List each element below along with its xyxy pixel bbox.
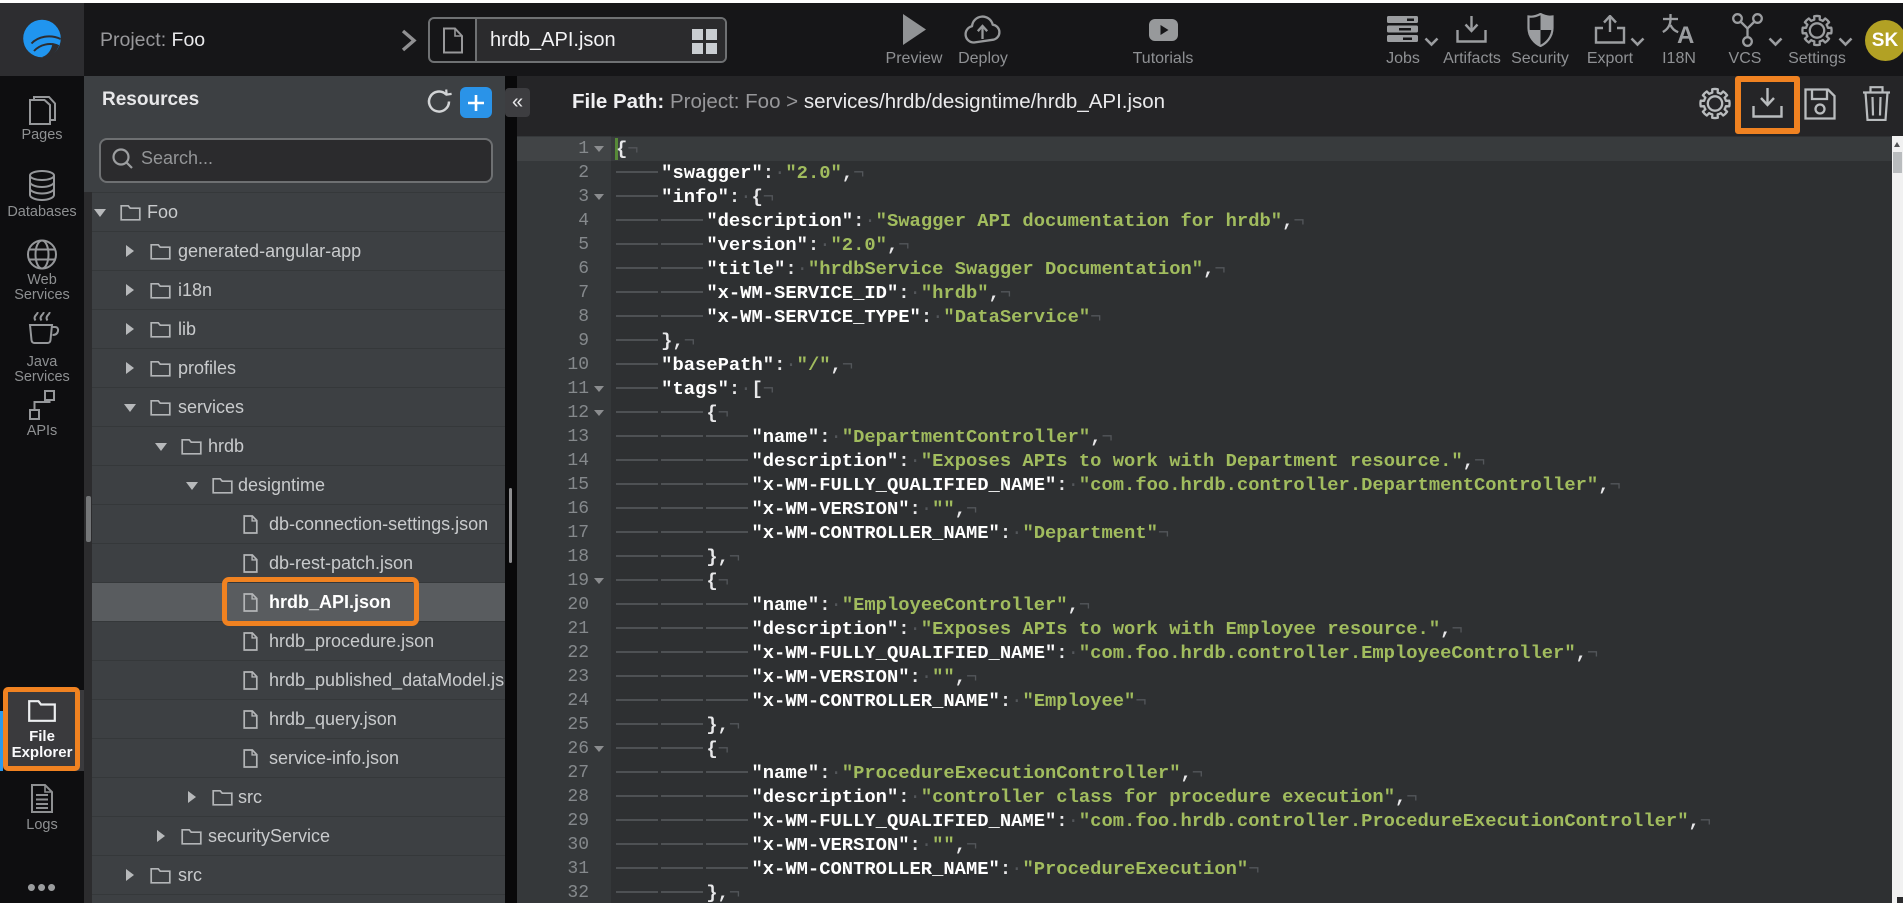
svg-text:A: A [1677, 22, 1694, 45]
